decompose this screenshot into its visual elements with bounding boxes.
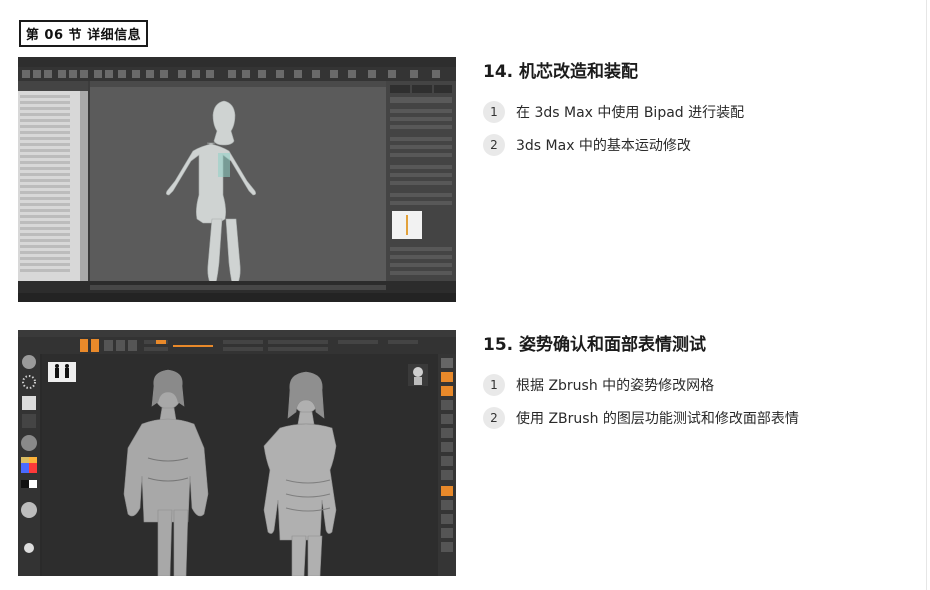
list-item-text: 根据 Zbrush 中的姿势修改网格: [516, 378, 715, 394]
lesson-15: 15. 姿势确认和面部表情测试 1 根据 Zbrush 中的姿势修改网格 2 使…: [483, 333, 913, 439]
3dsmax-screenshot: [18, 57, 456, 302]
list-item-text: 3ds Max 中的基本运动修改: [516, 138, 691, 154]
list-item-text: 在 3ds Max 中使用 Bipad 进行装配: [516, 105, 745, 121]
number-badge: 1: [483, 374, 505, 396]
list-item: 2 使用 ZBrush 的图层功能测试和修改面部表情: [483, 406, 913, 430]
section-label: 第 06 节 详细信息: [19, 20, 148, 47]
lesson-title: 14. 机芯改造和装配: [483, 62, 639, 82]
number-badge: 2: [483, 134, 505, 156]
lesson-item-list: 1 在 3ds Max 中使用 Bipad 进行装配 2 3ds Max 中的基…: [483, 100, 913, 157]
number-badge: 2: [483, 407, 505, 429]
lesson-item-list: 1 根据 Zbrush 中的姿势修改网格 2 使用 ZBrush 的图层功能测试…: [483, 373, 913, 430]
page-edge-divider: [926, 0, 927, 590]
lesson-14: 14. 机芯改造和装配 1 在 3ds Max 中使用 Bipad 进行装配 2…: [483, 60, 913, 166]
zbrush-screenshot: [18, 330, 456, 576]
list-item: 1 在 3ds Max 中使用 Bipad 进行装配: [483, 100, 913, 124]
lesson-title: 15. 姿势确认和面部表情测试: [483, 335, 707, 355]
number-badge: 1: [483, 101, 505, 123]
list-item-text: 使用 ZBrush 的图层功能测试和修改面部表情: [516, 411, 799, 427]
list-item: 1 根据 Zbrush 中的姿势修改网格: [483, 373, 913, 397]
list-item: 2 3ds Max 中的基本运动修改: [483, 133, 913, 157]
